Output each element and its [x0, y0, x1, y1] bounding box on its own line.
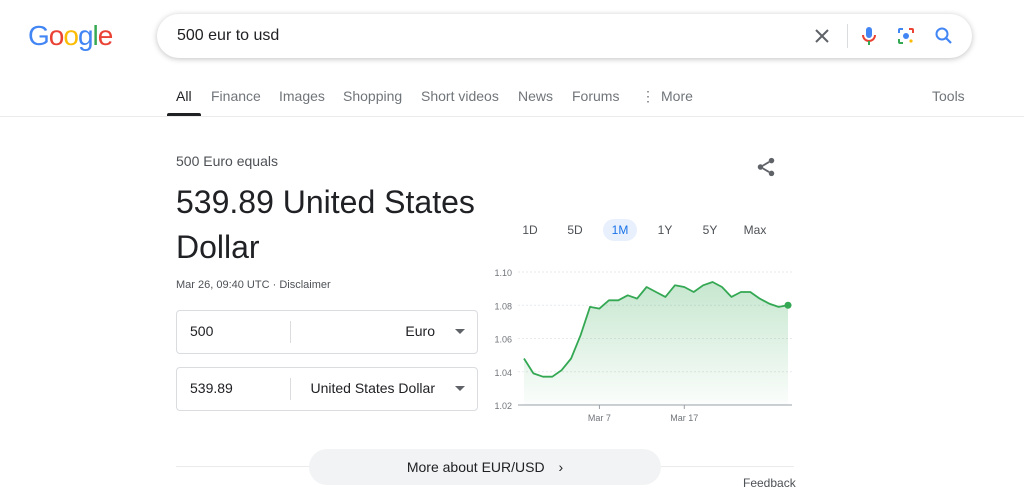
from-currency-select[interactable]: Euro — [405, 323, 435, 339]
logo-letter: o — [63, 20, 79, 51]
conversion-meta: Mar 26, 09:40 UTC · Disclaimer — [176, 279, 331, 291]
tools-button[interactable]: Tools — [932, 88, 965, 104]
from-currency-row: 500 Euro — [176, 310, 478, 354]
disclaimer-link[interactable]: Disclaimer — [279, 279, 330, 291]
series-area — [524, 282, 788, 405]
dropdown-arrow-icon[interactable] — [455, 329, 465, 334]
exchange-rate-chart[interactable]: 1.10 1.08 1.06 1.04 1.02 Mar 7 Mar 17 — [486, 262, 796, 432]
last-point-marker — [784, 301, 792, 309]
tab-shopping[interactable]: Shopping — [343, 88, 402, 104]
tab-news[interactable]: News — [518, 88, 553, 104]
meta-separator: · — [272, 279, 277, 291]
more-about-button[interactable]: More about EUR/USD › — [309, 449, 661, 485]
y-tick-label: 1.06 — [494, 335, 512, 345]
share-icon[interactable] — [755, 156, 777, 178]
search-box[interactable]: 500 eur to usd — [157, 14, 972, 58]
logo-letter: G — [28, 20, 50, 51]
search-icon[interactable] — [932, 24, 956, 48]
timestamp: Mar 26, 09:40 UTC — [176, 279, 270, 291]
range-1m[interactable]: 1M — [603, 219, 637, 241]
tab-all[interactable]: All — [176, 88, 192, 104]
chevron-right-icon: › — [558, 459, 564, 475]
clear-icon[interactable] — [810, 24, 834, 48]
range-1d[interactable]: 1D — [513, 222, 547, 244]
x-tick-label: Mar 17 — [670, 413, 698, 423]
from-amount-input[interactable]: 500 — [190, 323, 213, 339]
logo-letter: e — [97, 20, 114, 51]
x-tick-label: Mar 7 — [588, 413, 611, 423]
y-tick-label: 1.02 — [494, 401, 512, 411]
to-amount-input[interactable]: 539.89 — [190, 380, 233, 396]
active-tab-indicator — [167, 113, 201, 116]
tab-short-videos[interactable]: Short videos — [421, 88, 499, 104]
more-dots-icon: ⋮ — [641, 88, 655, 104]
conversion-equals-label: 500 Euro equals — [176, 153, 278, 169]
search-input[interactable]: 500 eur to usd — [177, 27, 279, 45]
search-tabs: All Finance Images Shopping Short videos… — [0, 80, 1024, 117]
y-tick-label: 1.04 — [494, 368, 512, 378]
google-logo[interactable]: Google — [28, 20, 114, 52]
range-5y[interactable]: 5Y — [693, 222, 727, 244]
logo-letter: o — [48, 20, 65, 51]
y-tick-label: 1.10 — [494, 268, 512, 278]
tab-more[interactable]: ⋮ More — [641, 88, 693, 105]
range-max[interactable]: Max — [738, 222, 772, 244]
microphone-icon[interactable] — [857, 24, 881, 48]
to-currency-row: 539.89 United States Dollar — [176, 367, 478, 411]
row-divider — [290, 321, 291, 343]
logo-letter: g — [77, 20, 94, 51]
feedback-link[interactable]: Feedback — [743, 476, 796, 490]
conversion-result: 539.89 United States Dollar — [176, 184, 475, 265]
range-5d[interactable]: 5D — [558, 222, 592, 244]
range-1y[interactable]: 1Y — [648, 222, 682, 244]
dropdown-arrow-icon[interactable] — [455, 386, 465, 391]
to-currency-select[interactable]: United States Dollar — [310, 380, 435, 396]
tab-forums[interactable]: Forums — [572, 88, 619, 104]
tab-images[interactable]: Images — [279, 88, 325, 104]
search-divider — [847, 24, 848, 48]
y-tick-label: 1.08 — [494, 301, 512, 311]
tab-finance[interactable]: Finance — [211, 88, 261, 104]
lens-icon[interactable] — [894, 24, 918, 48]
tab-more-label: More — [661, 88, 693, 104]
row-divider — [290, 378, 291, 400]
more-about-label: More about EUR/USD — [406, 459, 545, 475]
